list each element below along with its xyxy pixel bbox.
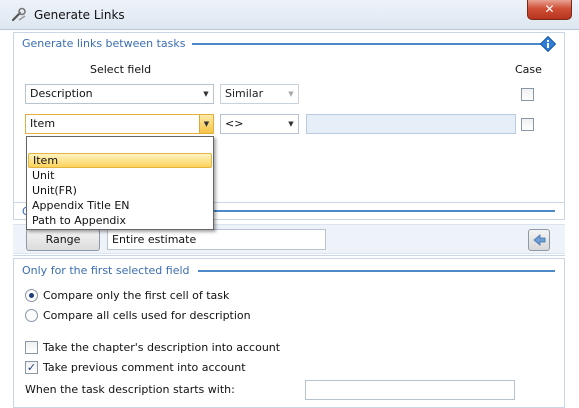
compare-value-input[interactable] <box>306 114 516 134</box>
first-field-group: Only for the first selected field Compar… <box>13 258 565 408</box>
range-divider <box>213 210 555 212</box>
chevron-down-icon: ▼ <box>199 115 213 133</box>
chevron-down-icon: ▼ <box>203 90 209 98</box>
operator-select-2[interactable]: <> ▼ <box>220 114 299 134</box>
field-select-2[interactable]: Item ▼ <box>25 114 214 134</box>
close-button[interactable]: ✕ <box>527 0 572 20</box>
radio-all-cells[interactable] <box>25 309 38 322</box>
radio-first-cell-label[interactable]: Compare only the first cell of task <box>43 289 229 302</box>
case-checkbox-1[interactable] <box>521 88 534 101</box>
starts-with-label: When the task description starts with: <box>25 383 235 396</box>
header-divider <box>192 43 544 45</box>
radio-first-cell[interactable] <box>25 289 38 302</box>
chevron-down-icon: ▼ <box>288 120 294 128</box>
chapter-description-checkbox[interactable] <box>25 341 38 354</box>
range-value-field[interactable]: Entire estimate <box>107 229 326 250</box>
window-title: Generate Links <box>34 8 125 22</box>
range-button-label: Range <box>45 233 81 246</box>
tools-icon <box>11 7 26 22</box>
range-pick-button[interactable] <box>528 229 550 251</box>
first-field-divider <box>198 270 555 272</box>
generate-links-header: Generate links between tasks <box>22 37 186 50</box>
dropdown-option[interactable]: Unit(FR) <box>28 183 212 198</box>
radio-all-cells-label[interactable]: Compare all cells used for description <box>43 309 251 322</box>
dropdown-option[interactable]: Unit <box>28 168 212 183</box>
dropdown-option[interactable]: Item <box>28 153 212 168</box>
operator-select-2-value: <> <box>225 117 244 130</box>
previous-comment-checkbox[interactable]: ✓ <box>25 361 38 374</box>
title-bar[interactable]: Generate Links ✕ <box>0 0 579 30</box>
case-label: Case <box>515 63 542 76</box>
previous-comment-label[interactable]: Take previous comment into account <box>43 361 246 374</box>
operator-select-1[interactable]: Similar ▼ <box>220 84 299 104</box>
field-select-2-value: Item <box>30 117 56 130</box>
field-dropdown-list[interactable]: Item Unit Unit(FR) Appendix Title EN Pat… <box>26 136 214 230</box>
dropdown-option[interactable]: Path to Appendix <box>28 213 212 228</box>
range-button[interactable]: Range <box>26 229 100 251</box>
range-value: Entire estimate <box>112 233 197 246</box>
arrow-left-icon <box>533 234 546 246</box>
info-icon[interactable] <box>540 36 556 52</box>
starts-with-input[interactable] <box>305 380 515 400</box>
case-checkbox-2[interactable] <box>521 118 534 131</box>
chevron-down-icon: ▼ <box>288 90 294 98</box>
first-field-header: Only for the first selected field <box>22 264 190 277</box>
chapter-description-label[interactable]: Take the chapter's description into acco… <box>43 341 280 354</box>
operator-select-1-value: Similar <box>225 87 264 100</box>
field-select-1-value: Description <box>30 87 93 100</box>
dialog-body: Generate links between tasks Select fiel… <box>0 30 579 408</box>
select-field-label: Select field <box>90 63 152 76</box>
field-select-1[interactable]: Description ▼ <box>25 84 214 104</box>
close-icon: ✕ <box>544 2 555 16</box>
dropdown-option[interactable]: Appendix Title EN <box>28 198 212 213</box>
